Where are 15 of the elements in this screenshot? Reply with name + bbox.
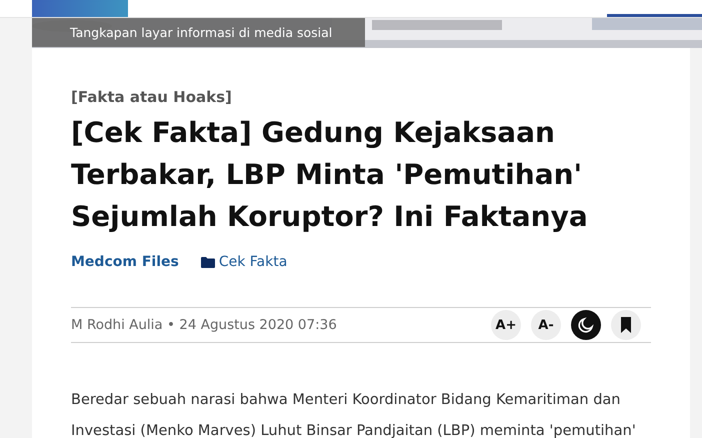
image-caption: Tangkapan layar informasi di media sosial xyxy=(32,18,365,47)
moon-icon xyxy=(578,317,594,333)
section-label: Cek Fakta xyxy=(218,254,288,270)
category-label: [Fakta atau Hoaks] xyxy=(71,88,233,106)
byline: M Rodhi Aulia • 24 Agustus 2020 07:36 xyxy=(71,317,337,333)
source-link[interactable]: Medcom Files xyxy=(71,254,179,270)
article-paragraph: Beredar sebuah narasi bahwa Menteri Koordinator Bidang Kemaritiman dan Investasi (Menko Marves) Luhut Binsar Pandjaitan (LBP) meminta 'pemutihan' xyxy=(71,391,637,438)
dark-mode-button[interactable] xyxy=(571,310,601,340)
font-size-button[interactable]: A+ xyxy=(491,310,521,340)
font-size-button[interactable]: A- xyxy=(531,310,561,340)
bookmark-button[interactable] xyxy=(611,310,641,340)
bookmark-icon xyxy=(618,317,634,333)
article-title: [Cek Fakta] Gedung Kejaksaan Terbakar, LBP Minta 'Pemutihan' Sejumlah Koruptor? Ini Faktanya xyxy=(71,115,589,235)
folder-icon xyxy=(200,256,215,268)
section-link[interactable]: Cek Fakta xyxy=(200,254,288,270)
